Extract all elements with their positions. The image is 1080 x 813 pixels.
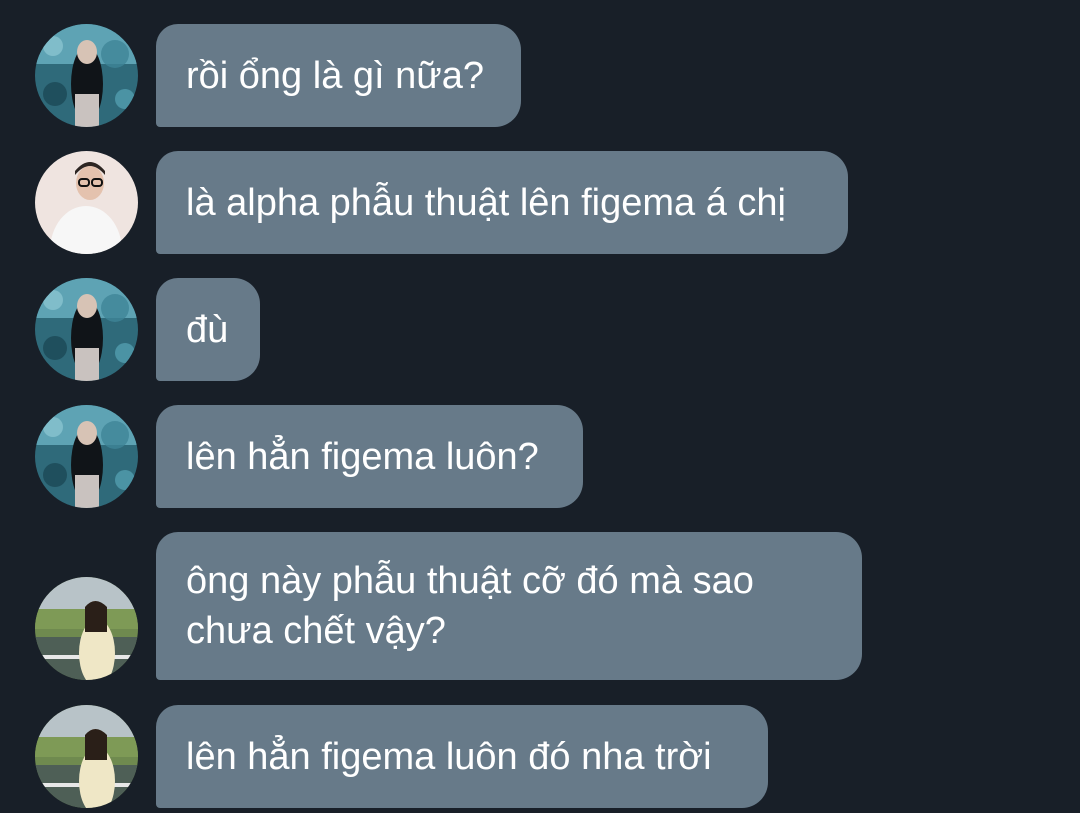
- chat-thread: rồi ổng là gì nữa? là alpha phẫu thuật l…: [0, 0, 1080, 813]
- avatar[interactable]: [35, 705, 138, 808]
- message-bubble[interactable]: lên hẳn figema luôn?: [156, 405, 583, 508]
- avatar[interactable]: [35, 151, 138, 254]
- glasses-boy-avatar: [35, 151, 138, 254]
- message-bubble[interactable]: rồi ổng là gì nữa?: [156, 24, 521, 127]
- message-text: lên hẳn figema luôn?: [186, 435, 539, 478]
- avatar[interactable]: [35, 405, 138, 508]
- avatar[interactable]: [35, 577, 138, 680]
- message-bubble[interactable]: lên hẳn figema luôn đó nha trời: [156, 705, 768, 808]
- aquarium-girl-avatar: [35, 278, 138, 381]
- message-bubble[interactable]: ông này phẫu thuật cỡ đó mà sao chưa chế…: [156, 532, 862, 680]
- message-bubble[interactable]: đù: [156, 278, 260, 381]
- field-girl-avatar: [35, 577, 138, 680]
- field-girl-avatar: [35, 705, 138, 808]
- aquarium-girl-avatar: [35, 24, 138, 127]
- message-text: ông này phẫu thuật cỡ đó mà sao chưa chế…: [186, 560, 754, 652]
- message-text: rồi ổng là gì nữa?: [186, 54, 484, 97]
- avatar[interactable]: [35, 278, 138, 381]
- message-text: lên hẳn figema luôn đó nha trời: [186, 735, 712, 778]
- avatar[interactable]: [35, 24, 138, 127]
- aquarium-girl-avatar: [35, 405, 138, 508]
- message-text: đù: [186, 308, 229, 351]
- message-text: là alpha phẫu thuật lên figema á chị: [186, 181, 786, 224]
- message-bubble[interactable]: là alpha phẫu thuật lên figema á chị: [156, 151, 848, 254]
